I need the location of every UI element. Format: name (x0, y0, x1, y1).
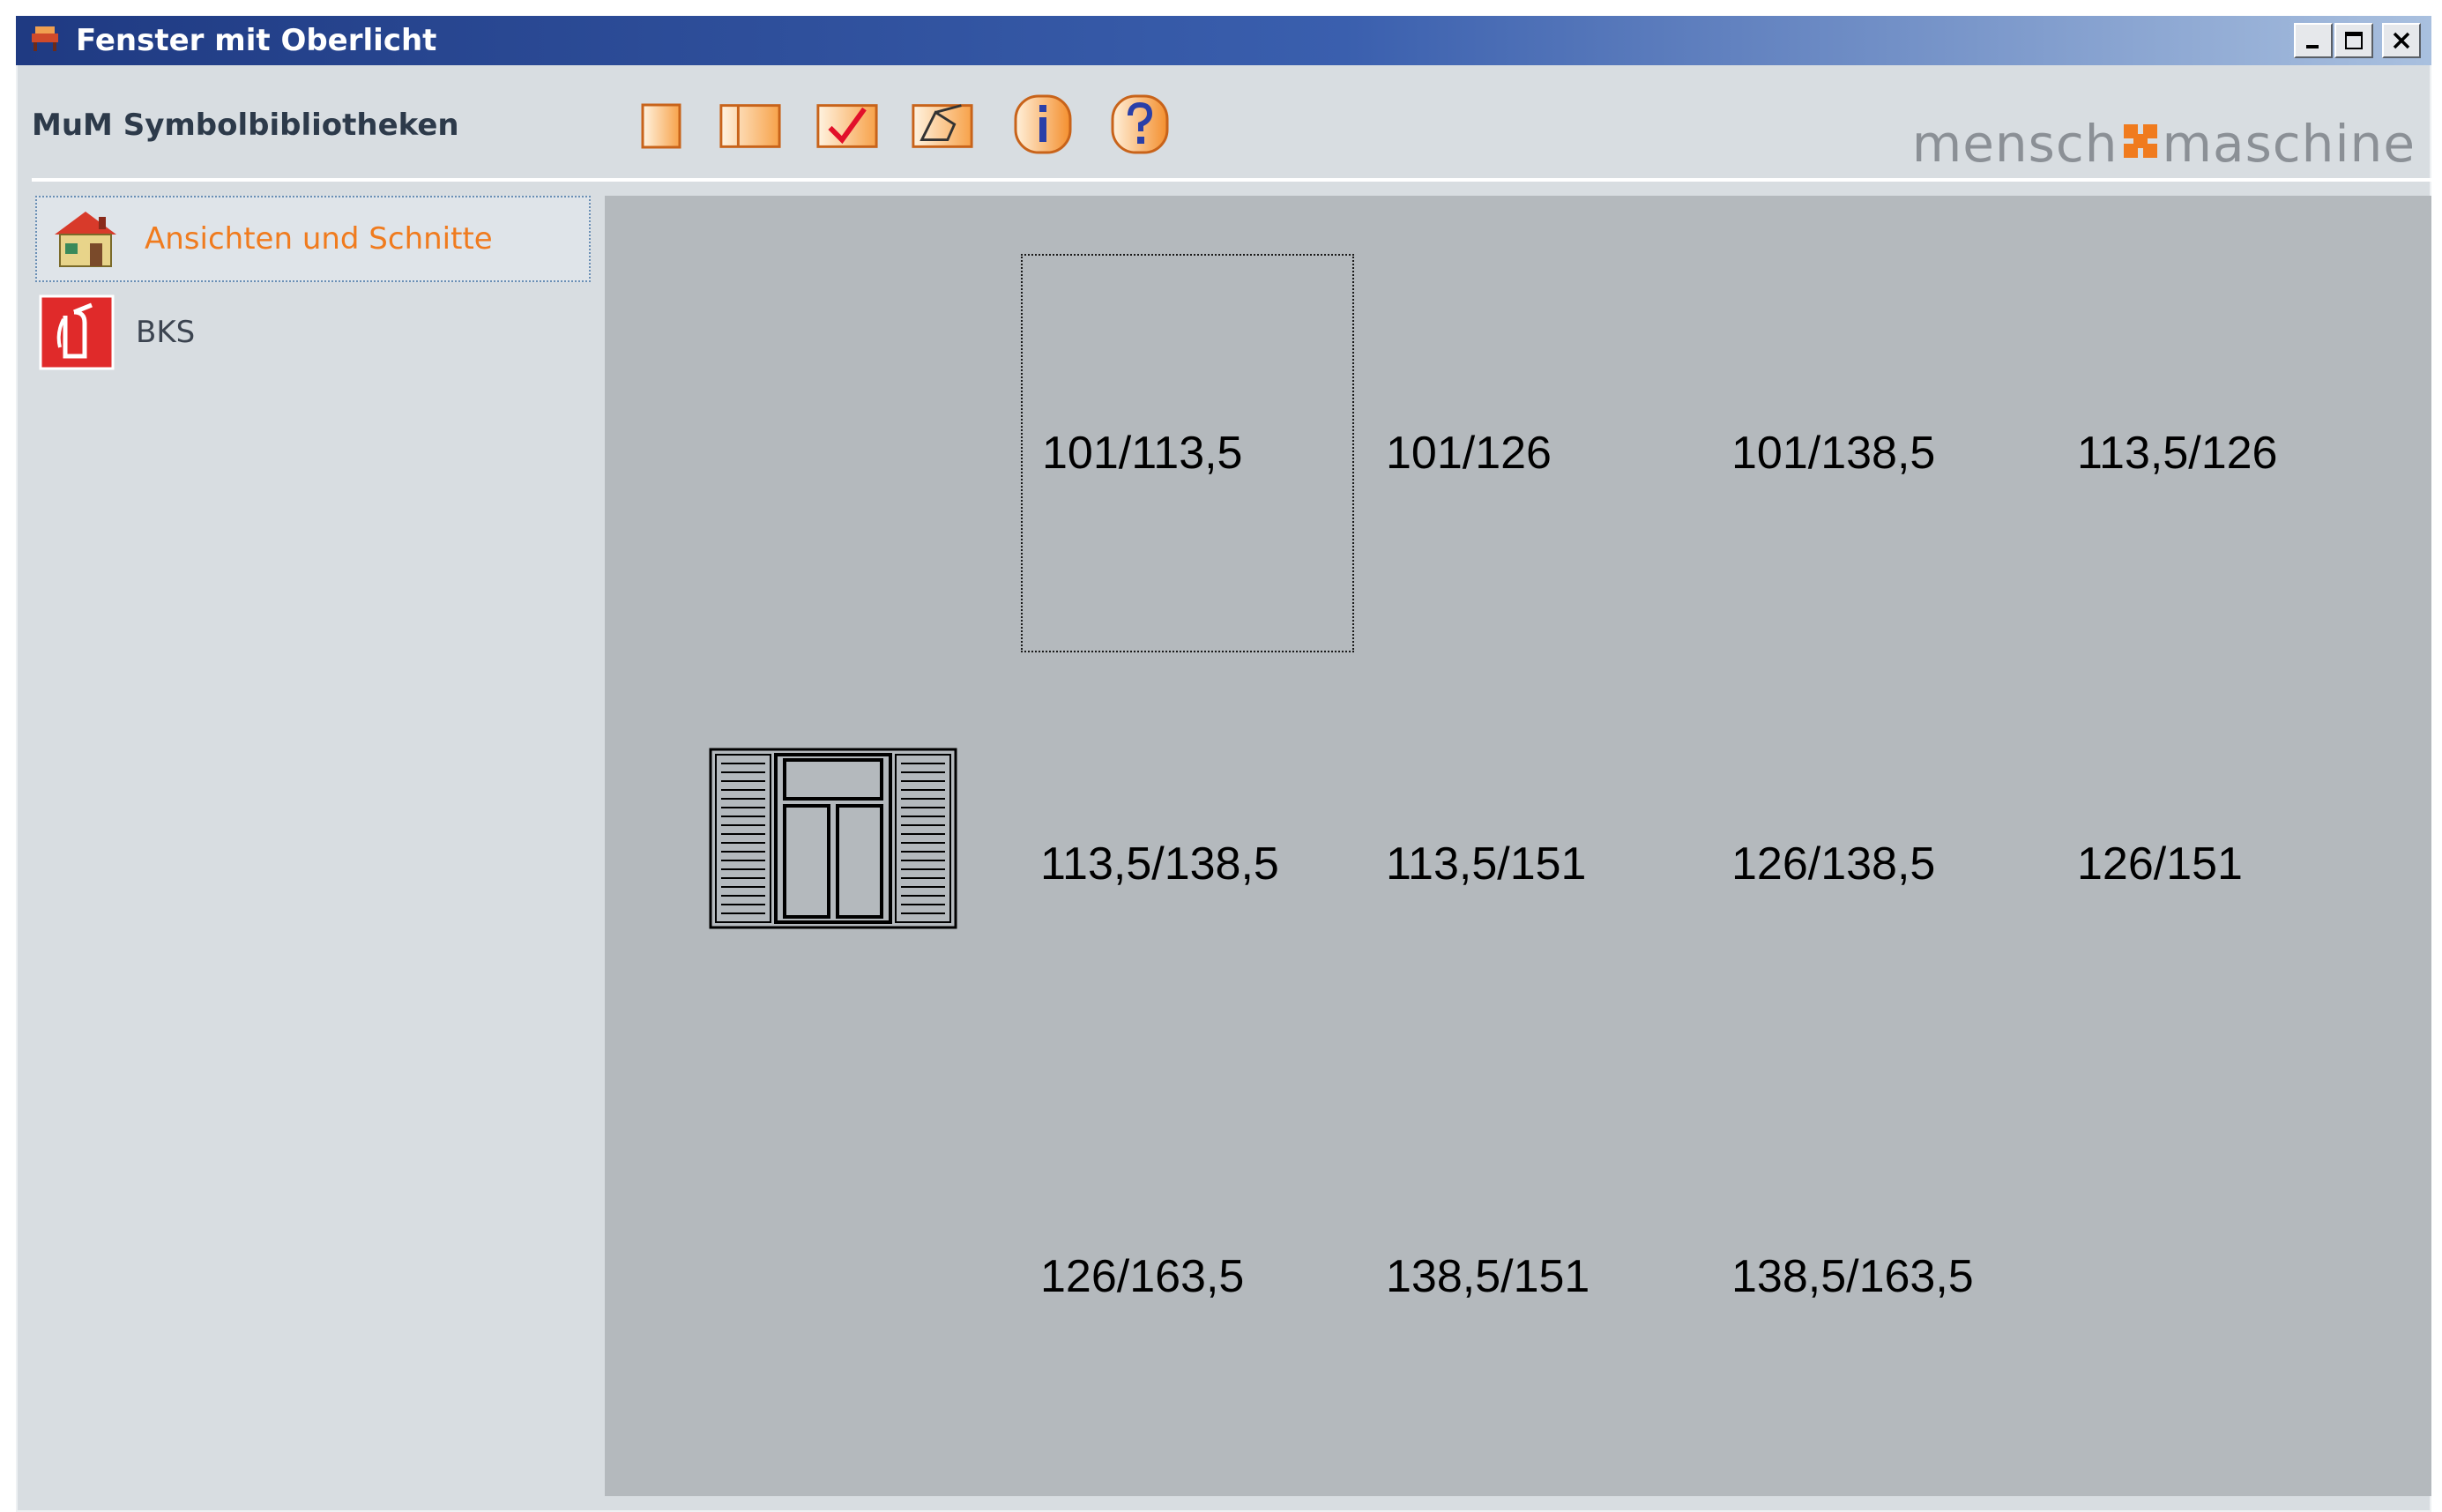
brand-x-icon (2120, 113, 2161, 175)
toolbar-check-button[interactable] (815, 95, 880, 157)
symbol-item[interactable]: 138,5/163,5 (1712, 1077, 2045, 1476)
symbol-label: 101/138,5 (1731, 428, 1936, 479)
app-furniture-icon (28, 23, 62, 56)
square-icon (641, 103, 681, 149)
symbol-item[interactable]: 113,5/151 (1366, 665, 1700, 1063)
symbol-item[interactable]: 126/151 (2058, 665, 2391, 1063)
symbol-label: 113,5/138,5 (1040, 838, 1279, 890)
symbol-label: 138,5/163,5 (1731, 1251, 1974, 1302)
symbol-item[interactable]: 101/113,5 (1021, 254, 1354, 652)
maximize-button[interactable] (2334, 23, 2373, 58)
sidebar-item-bks[interactable]: BKS (35, 289, 591, 376)
title-bar[interactable]: Fenster mit Oberlicht (16, 16, 2431, 65)
sidebar-item-label: Ansichten und Schnitte (145, 221, 493, 257)
library-sidebar: Ansichten und Schnitte BKS (32, 196, 614, 1493)
symbol-label: 138,5/151 (1386, 1251, 1590, 1302)
symbol-label: 101/113,5 (1042, 428, 1243, 479)
brand-left: mensch (1911, 114, 2118, 174)
symbol-item[interactable]: 138,5/151 (1366, 1077, 1700, 1476)
sidebar-item-label: BKS (136, 315, 196, 350)
symbol-item[interactable]: 113,5/138,5 (1021, 665, 1354, 1063)
symbol-label: 113,5/126 (2077, 428, 2278, 479)
symbol-label: 126/151 (2077, 838, 2243, 890)
symbol-item[interactable]: 126/163,5 (1021, 1077, 1354, 1476)
brand-right: maschine (2162, 114, 2416, 174)
house-icon (55, 212, 116, 267)
symbol-label: 101/126 (1386, 428, 1552, 479)
maximize-icon (2345, 32, 2363, 49)
toolbar-split-view-button[interactable] (718, 95, 783, 157)
info-icon (1014, 94, 1072, 154)
window-title: Fenster mit Oberlicht (76, 23, 437, 58)
minimize-icon (2306, 45, 2319, 48)
pencil-shape-icon (912, 104, 973, 148)
symbol-item[interactable]: 113,5/126 (2058, 254, 2391, 652)
symbol-item[interactable]: 101/126 (1366, 254, 1700, 652)
toolbar-help-button[interactable] (1107, 93, 1173, 155)
symbol-grid: 101/113,5 101/126 101/138,5 113,5/126 11… (605, 196, 2431, 1496)
minimize-button[interactable] (2294, 23, 2333, 58)
toolbar-edit-button[interactable] (910, 95, 975, 157)
checkmark-icon (816, 104, 878, 148)
split-square-icon (719, 104, 781, 148)
toolbar-single-view-button[interactable] (628, 95, 693, 157)
brand-logo: mensch maschine (1912, 113, 2416, 175)
close-button[interactable] (2382, 23, 2421, 58)
sidebar-item-ansichten[interactable]: Ansichten und Schnitte (35, 196, 591, 282)
app-window: Fenster mit Oberlicht MuM Symbolbiblioth… (16, 16, 2431, 1512)
fire-extinguisher-icon (39, 294, 115, 370)
symbol-label: 113,5/151 (1386, 838, 1587, 890)
close-icon (2393, 32, 2410, 49)
symbol-label: 126/138,5 (1731, 838, 1936, 890)
symbol-item[interactable]: 101/138,5 (1712, 254, 2045, 652)
toolbar-info-button[interactable] (1010, 93, 1076, 155)
symbol-item[interactable]: 126/138,5 (1712, 665, 2045, 1063)
window-with-transom-icon (709, 748, 957, 929)
library-title: MuM Symbolbibliotheken (32, 108, 459, 143)
header-divider (32, 178, 2431, 182)
help-icon (1111, 94, 1169, 154)
symbol-label: 126/163,5 (1040, 1251, 1245, 1302)
